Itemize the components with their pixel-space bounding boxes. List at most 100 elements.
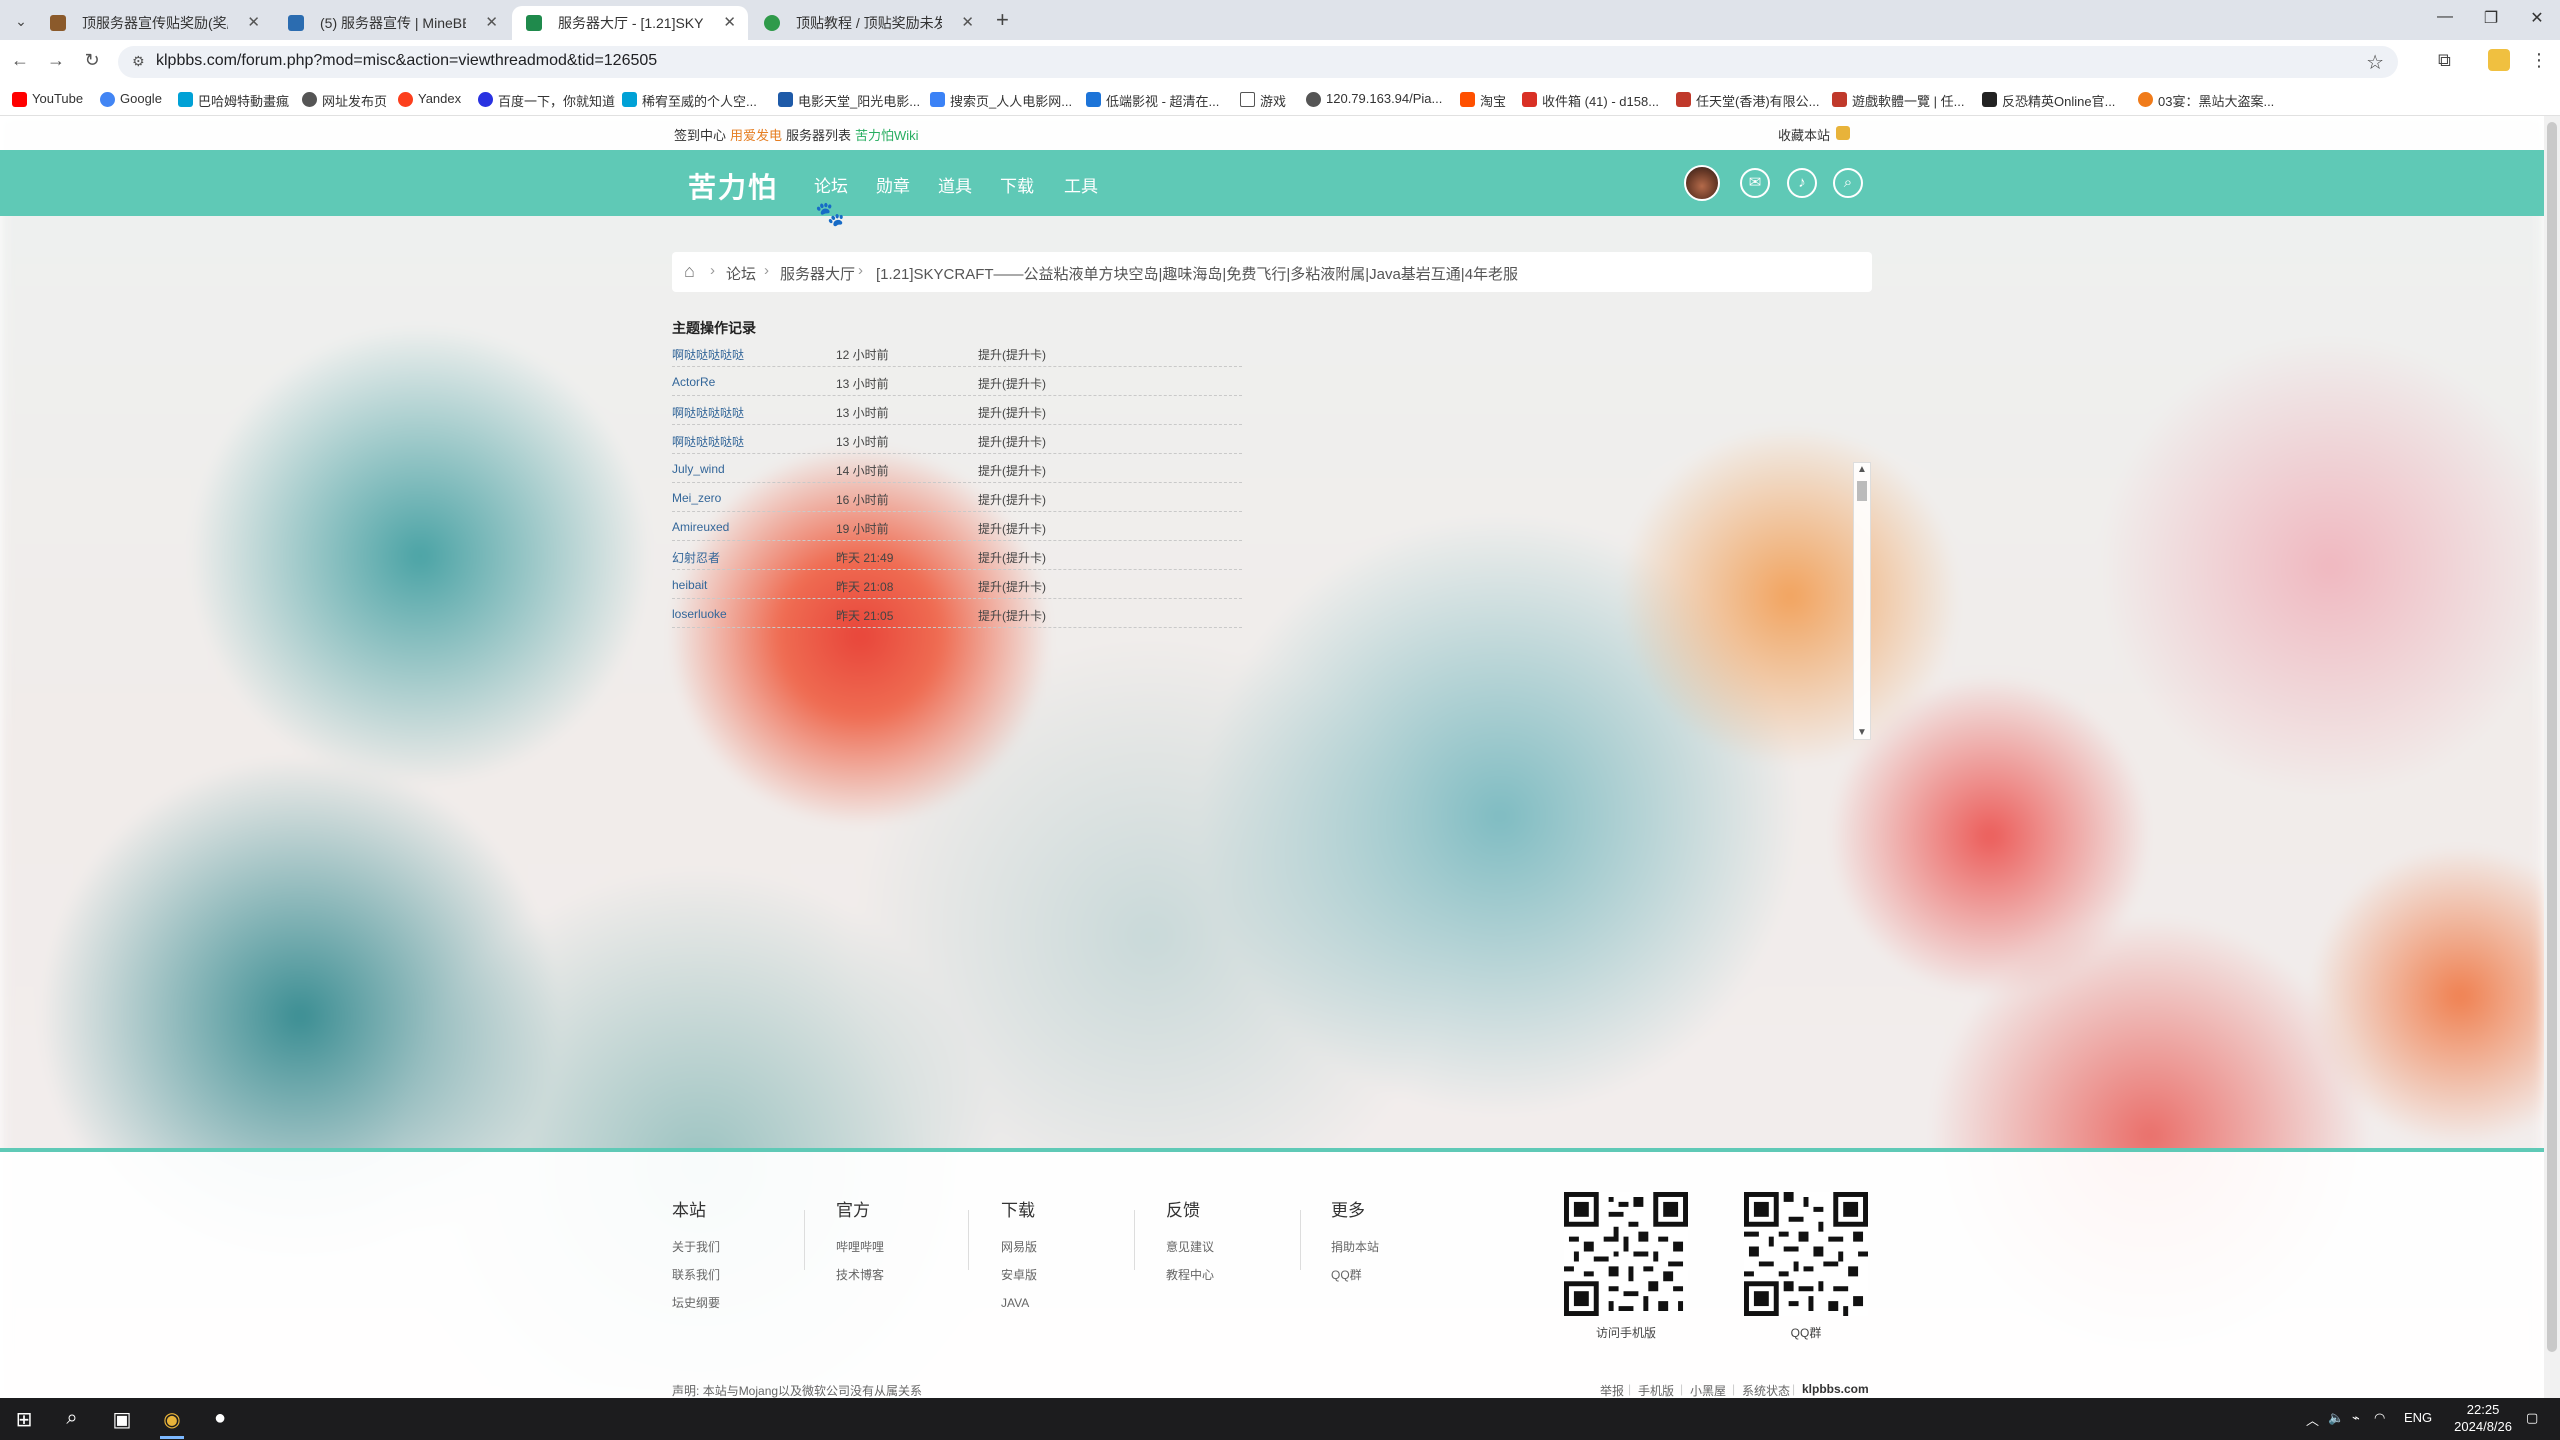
tray-expand-icon[interactable]: ︿ <box>2306 1410 2319 1429</box>
bookmark-item[interactable]: 电影天堂_阳光电影... <box>778 91 920 110</box>
mail-icon[interactable]: ✉ <box>1740 168 1770 198</box>
system-status-link[interactable]: 系统状态 <box>1742 1382 1790 1398</box>
log-user-link[interactable]: heibait <box>672 578 707 592</box>
minimize-icon[interactable]: — <box>2430 8 2460 26</box>
bookmark-item[interactable]: 反恐精英Online官... <box>1982 91 2115 110</box>
close-window-icon[interactable]: ✕ <box>2522 8 2552 28</box>
footer-link[interactable]: QQ群 <box>1331 1261 1379 1289</box>
bookmark-item[interactable]: Google <box>100 91 162 107</box>
bookmark-item[interactable]: 搜索页_人人电影网... <box>930 91 1072 110</box>
bookmark-item[interactable]: 稀宥至威的个人空... <box>622 91 757 110</box>
nav-download[interactable]: 下载 <box>1000 172 1034 197</box>
signin-center-link[interactable]: 签到中心 <box>674 125 726 144</box>
close-tab-icon[interactable]: ✕ <box>723 6 736 40</box>
tab-4[interactable]: 顶贴教程 / 顶贴奖励未发放补领... ✕ <box>750 6 986 40</box>
footer-link[interactable]: 哔哩哔哩 <box>836 1233 884 1261</box>
footer-link[interactable]: 关于我们 <box>672 1233 720 1261</box>
theme-icon[interactable] <box>1836 126 1850 140</box>
restore-icon[interactable]: ❐ <box>2476 8 2506 28</box>
volume-icon[interactable]: 🔈 <box>2328 1410 2344 1426</box>
breadcrumb-server-hall[interactable]: 服务器大厅 <box>780 263 855 284</box>
windows-start-icon[interactable]: ⊞ <box>8 1407 40 1432</box>
log-user-link[interactable]: 幻射忍者 <box>672 549 720 566</box>
profile-icon[interactable] <box>2488 49 2510 71</box>
input-language[interactable]: ENG <box>2404 1410 2432 1425</box>
favorite-site-link[interactable]: 收藏本站 <box>1778 125 1830 144</box>
menu-dots-icon[interactable]: ⋮ <box>2530 50 2548 71</box>
search-icon[interactable]: ⌕ <box>1833 168 1863 198</box>
footer-link[interactable]: 联系我们 <box>672 1261 720 1289</box>
breadcrumb-thread-title[interactable]: [1.21]SKYCRAFT——公益粘液单方块空岛|趣味海岛|免费飞行|多粘液附… <box>876 263 1518 284</box>
back-arrow-icon[interactable]: ← <box>8 50 32 71</box>
footer-link[interactable]: JAVA <box>1001 1289 1037 1317</box>
nav-forum[interactable]: 论坛 <box>814 172 848 197</box>
log-user-link[interactable]: Amireuxed <box>672 520 729 534</box>
network-icon[interactable]: ⌁ <box>2352 1410 2360 1426</box>
power-by-love-link[interactable]: 用爱发电 <box>730 125 782 144</box>
page-scrollbar[interactable] <box>2544 116 2560 1398</box>
forward-arrow-icon[interactable]: → <box>44 50 68 71</box>
footer-link[interactable]: 技术博客 <box>836 1261 884 1289</box>
notification-bell-icon[interactable]: ♪ <box>1787 168 1817 198</box>
close-tab-icon[interactable]: ✕ <box>961 6 974 40</box>
footer-link[interactable]: 意见建议 <box>1166 1233 1214 1261</box>
page-scroll-thumb[interactable] <box>2547 122 2557 1352</box>
home-icon[interactable]: ⌂ <box>684 261 695 282</box>
nav-items[interactable]: 道具 <box>938 172 972 197</box>
log-user-link[interactable]: loserluoke <box>672 607 727 621</box>
search-icon[interactable]: ⌕ <box>56 1407 88 1430</box>
bookmark-item[interactable]: 遊戲軟體一覽 | 任... <box>1832 91 1964 110</box>
app-icon[interactable]: ● <box>204 1407 236 1430</box>
close-tab-icon[interactable]: ✕ <box>247 6 260 40</box>
blacklist-link[interactable]: 小黑屋 <box>1690 1382 1726 1398</box>
user-avatar[interactable] <box>1684 165 1720 201</box>
log-user-link[interactable]: 啊哒哒哒哒哒 <box>672 404 744 421</box>
bookmark-item[interactable]: YouTube <box>12 91 83 107</box>
breadcrumb-forum[interactable]: 论坛 <box>726 263 756 284</box>
bookmark-item[interactable]: 巴哈姆特動畫瘋 <box>178 91 289 110</box>
nav-tools[interactable]: 工具 <box>1064 172 1098 197</box>
log-user-link[interactable]: Mei_zero <box>672 491 721 505</box>
log-user-link[interactable]: 啊哒哒哒哒哒 <box>672 346 744 363</box>
footer-link[interactable]: 捐助本站 <box>1331 1233 1379 1261</box>
bookmark-item[interactable]: 低端影视 - 超清在... <box>1086 91 1219 110</box>
log-user-link[interactable]: ActorRe <box>672 375 715 389</box>
footer-link[interactable]: 坛史纲要 <box>672 1289 720 1317</box>
scroll-up-arrow-icon[interactable]: ▲ <box>1854 464 1870 475</box>
new-tab-icon[interactable]: + <box>996 9 1009 31</box>
reload-icon[interactable]: ↻ <box>80 50 104 71</box>
bookmark-item[interactable]: 百度一下，你就知道 <box>478 91 615 110</box>
close-tab-icon[interactable]: ✕ <box>485 6 498 40</box>
tab-search-icon[interactable]: ⌄ <box>10 10 32 32</box>
bookmark-item[interactable]: 网址发布页 <box>302 91 387 110</box>
bookmark-folder[interactable]: 游戏 <box>1240 91 1286 110</box>
bookmark-item[interactable]: 03宴：黑站大盗案... <box>2138 91 2274 110</box>
tab-3-active[interactable]: 服务器大厅 - [1.21]SKYCRAFT... ✕ <box>512 6 748 40</box>
footer-link[interactable]: 教程中心 <box>1166 1261 1214 1289</box>
bookmark-star-icon[interactable]: ☆ <box>2366 50 2384 75</box>
bookmark-item[interactable]: 收件箱 (41) - d158... <box>1522 91 1659 110</box>
footer-link[interactable]: 安卓版 <box>1001 1261 1037 1289</box>
log-scrollbar[interactable]: ▲ ▼ <box>1853 462 1871 740</box>
report-link[interactable]: 举报 <box>1600 1382 1624 1398</box>
tab-2[interactable]: (5) 服务器宣传 | MineBBS 我的... ✕ <box>274 6 510 40</box>
scroll-thumb[interactable] <box>1857 481 1867 501</box>
notification-icon[interactable]: ▢ <box>2526 1410 2538 1426</box>
mobile-version-link[interactable]: 手机版 <box>1638 1382 1674 1398</box>
bookmark-item[interactable]: Yandex <box>398 91 461 107</box>
scroll-down-arrow-icon[interactable]: ▼ <box>1854 727 1870 738</box>
nav-medals[interactable]: 勋章 <box>876 172 910 197</box>
bookmark-item[interactable]: 任天堂(香港)有限公... <box>1676 91 1820 110</box>
url-input[interactable]: ⚙ klpbbs.com/forum.php?mod=misc&action=v… <box>118 46 2398 78</box>
chrome-icon[interactable]: ◉ <box>156 1407 188 1432</box>
log-user-link[interactable]: July_wind <box>672 462 725 476</box>
wiki-link[interactable]: 苦力怕Wiki <box>855 125 919 144</box>
app-icon[interactable]: ▣ <box>106 1407 138 1432</box>
site-info-icon[interactable]: ⚙ <box>132 53 145 70</box>
site-logo[interactable]: 苦力怕 <box>688 166 778 206</box>
extensions-icon[interactable]: ⧉ <box>2438 50 2451 71</box>
wifi-icon[interactable]: ◠ <box>2374 1410 2385 1426</box>
server-list-link[interactable]: 服务器列表 <box>786 125 851 144</box>
site-domain-link[interactable]: klpbbs.com <box>1802 1382 1869 1396</box>
log-user-link[interactable]: 啊哒哒哒哒哒 <box>672 433 744 450</box>
